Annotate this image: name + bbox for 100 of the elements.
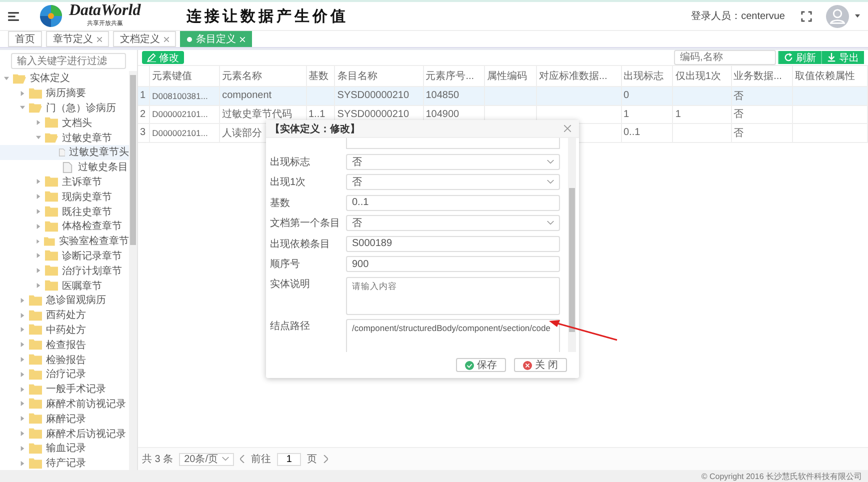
next-page-icon[interactable] xyxy=(323,455,328,463)
tree-item[interactable]: 医嘱章节 xyxy=(0,278,129,293)
expand-arrow-icon[interactable] xyxy=(36,268,41,274)
field-label: 基数 xyxy=(270,196,291,210)
folder-icon xyxy=(45,280,58,292)
expand-arrow-icon[interactable] xyxy=(4,76,9,81)
tree-item[interactable]: 输血记录 xyxy=(0,440,129,456)
tree-item[interactable]: 麻醉记录 xyxy=(0,411,129,426)
menu-icon[interactable] xyxy=(8,12,19,20)
chevron-down-icon xyxy=(547,221,554,225)
field-label: 文档第一个条目 xyxy=(270,216,341,230)
tree-item[interactable]: 治疗计划章节 xyxy=(0,263,129,278)
copyright: © Copyright 2016 长沙慧氏软件科技有限公司 xyxy=(701,470,862,482)
folder-icon xyxy=(45,250,58,262)
tree-item[interactable]: 门（急）诊病历 xyxy=(0,100,129,116)
goto-label: 前往 xyxy=(251,452,272,466)
dialog-button[interactable]: 保存 xyxy=(456,358,506,372)
tree-item[interactable]: 一般手术记录 xyxy=(0,382,129,397)
caret-icon[interactable] xyxy=(855,14,860,18)
tree-item[interactable]: 麻醉术前访视记录 xyxy=(0,396,129,412)
expand-arrow-icon[interactable] xyxy=(36,224,41,229)
expand-arrow-icon[interactable] xyxy=(20,312,25,318)
expand-arrow-icon[interactable] xyxy=(20,416,25,422)
expand-arrow-icon[interactable] xyxy=(36,194,41,200)
select-field[interactable]: 否 xyxy=(346,154,560,170)
input-field[interactable]: 0..1 xyxy=(346,194,560,210)
folder-icon xyxy=(45,191,58,202)
tree-item[interactable]: 过敏史章节头 xyxy=(0,144,129,160)
user-label: 登录人员：centervue xyxy=(691,10,785,23)
avatar-icon[interactable] xyxy=(826,4,849,28)
input-field[interactable] xyxy=(346,138,560,149)
fullscreen-icon[interactable] xyxy=(801,10,812,22)
expand-arrow-icon[interactable] xyxy=(20,372,25,377)
tree-item[interactable]: 治疗记录 xyxy=(0,366,129,382)
input-field[interactable]: S000189 xyxy=(346,236,560,252)
tree-item[interactable]: 待产记录 xyxy=(0,456,129,470)
tree-item[interactable]: 病历摘要 xyxy=(0,86,129,101)
expand-arrow-icon[interactable] xyxy=(20,90,25,96)
expand-arrow-icon[interactable] xyxy=(20,342,25,348)
tree-item[interactable]: 诊断记录章节 xyxy=(0,248,129,264)
tree-item[interactable]: 西药处方 xyxy=(0,308,129,323)
select-field[interactable]: 否 xyxy=(346,174,560,190)
scrollbar[interactable] xyxy=(129,71,137,470)
folder-icon xyxy=(29,398,42,410)
tree-item[interactable]: 体格检查章节 xyxy=(0,218,129,234)
select-field[interactable]: 否 xyxy=(346,215,560,231)
page-field[interactable]: 1 xyxy=(277,452,302,466)
expand-arrow-icon[interactable] xyxy=(36,238,40,244)
tree-item[interactable]: 麻醉术后访视记录 xyxy=(0,426,129,441)
field-label: 出现1次 xyxy=(270,176,307,189)
chevron-down-icon xyxy=(222,457,230,461)
search-field[interactable]: 编码,名称 xyxy=(674,50,776,65)
expand-arrow-icon[interactable] xyxy=(20,298,25,303)
expand-arrow-icon[interactable] xyxy=(36,209,41,214)
tree-item[interactable]: 现病史章节 xyxy=(0,189,129,204)
expand-arrow-icon[interactable] xyxy=(20,446,25,451)
filter-field[interactable]: 输入关键字进行过滤 xyxy=(11,53,126,69)
expand-arrow-icon[interactable] xyxy=(20,460,25,466)
expand-arrow-icon[interactable] xyxy=(36,135,41,140)
expand-arrow-icon[interactable] xyxy=(36,120,41,126)
tree-item[interactable]: 过敏史章节 xyxy=(0,130,129,145)
tree-item[interactable]: 文档头 xyxy=(0,115,129,130)
tree-item[interactable]: 中药处方 xyxy=(0,322,129,338)
tree-item[interactable]: 急诊留观病历 xyxy=(0,292,129,308)
tree-item[interactable]: 检验报告 xyxy=(0,352,129,367)
expand-arrow-icon[interactable] xyxy=(36,253,41,258)
input-field[interactable]: 900 xyxy=(346,256,560,272)
tree-item[interactable]: 检查报告 xyxy=(0,337,129,352)
scrollbar[interactable] xyxy=(568,138,576,352)
expand-arrow-icon[interactable] xyxy=(20,386,25,392)
folder-icon xyxy=(45,176,58,188)
field-label: 结点路径 xyxy=(270,320,311,333)
tree-item[interactable]: 主诉章节 xyxy=(0,174,129,190)
tree-item[interactable]: 既往史章节 xyxy=(0,204,129,219)
text-area[interactable]: 请输入内容 xyxy=(346,276,560,314)
expand-arrow-icon[interactable] xyxy=(20,327,25,332)
close-icon[interactable] xyxy=(97,36,102,42)
close-icon[interactable] xyxy=(164,36,169,42)
tab[interactable]: 章节定义 xyxy=(46,31,109,47)
page-unit: 页 xyxy=(307,453,318,466)
tab[interactable]: 文档定义 xyxy=(113,31,176,47)
folder-icon xyxy=(29,384,42,395)
expand-arrow-icon[interactable] xyxy=(20,401,25,406)
table-row[interactable]: 1 D008100381... component SYSD00000210 104850 0 否 xyxy=(138,86,868,105)
expand-arrow-icon[interactable] xyxy=(20,431,25,436)
tab[interactable]: 首页 xyxy=(8,31,42,47)
close-icon[interactable] xyxy=(564,125,571,132)
slogan: 连接让数据产生价值 xyxy=(186,6,349,26)
text-area[interactable]: /component/structuredBody/component/section/code xyxy=(346,319,560,352)
field-label: 实体说明 xyxy=(270,278,311,290)
tree-item[interactable]: 实验室检查章节 xyxy=(0,234,129,249)
dialog-button[interactable]: 关 闭 xyxy=(514,358,567,372)
expand-arrow-icon[interactable] xyxy=(36,283,41,288)
page-size-select[interactable]: 20条/页 xyxy=(179,452,234,466)
expand-arrow-icon[interactable] xyxy=(20,357,25,362)
expand-arrow-icon[interactable] xyxy=(36,179,41,184)
expand-arrow-icon[interactable] xyxy=(20,105,25,110)
tree-item[interactable]: 实体定义 xyxy=(0,71,129,86)
previous-page-icon[interactable] xyxy=(240,455,246,463)
tree-item[interactable]: 过敏史条目 xyxy=(0,160,129,175)
